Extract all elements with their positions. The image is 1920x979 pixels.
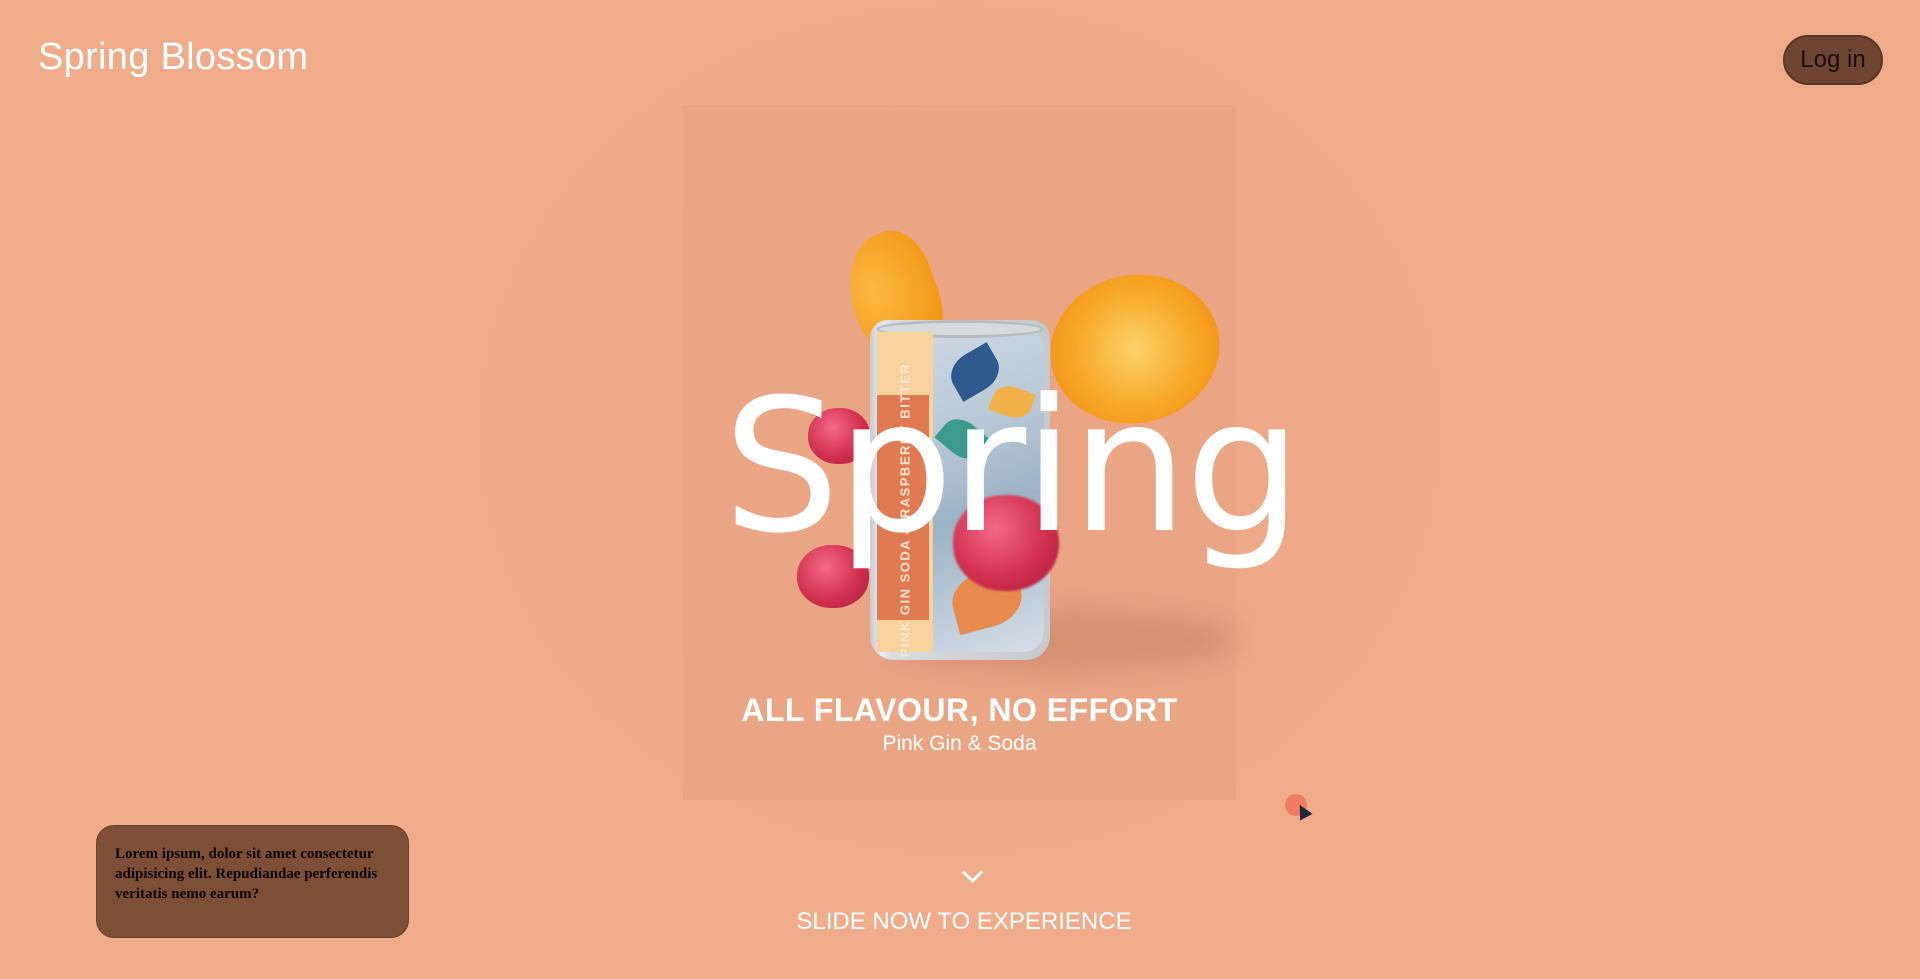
info-card: Lorem ipsum, dolor sit amet consectetur … [96,825,409,938]
hero-title: Spring [723,360,1302,574]
hero-headline: ALL FLAVOUR, NO EFFORT [741,692,1178,728]
brand-logo[interactable]: Spring Blossom [38,36,308,79]
hero-subline: Pink Gin & Soda [882,732,1037,755]
login-button[interactable]: Log in [1783,35,1883,85]
slide-cta-link[interactable]: SLIDE NOW TO EXPERIENCE [700,908,1228,936]
